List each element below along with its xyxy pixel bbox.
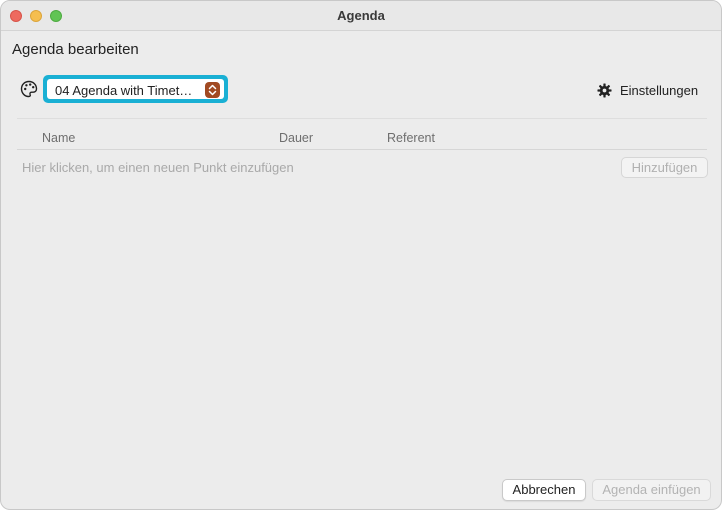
template-select[interactable]: 04 Agenda with Timet…: [47, 79, 224, 99]
palette-icon[interactable]: [20, 80, 38, 98]
column-header-name[interactable]: Name: [42, 131, 75, 145]
add-item-button[interactable]: Hinzufügen: [621, 157, 708, 178]
column-header-speaker[interactable]: Referent: [387, 131, 435, 145]
new-item-placeholder-row[interactable]: Hier klicken, um einen neuen Punkt einzu…: [22, 160, 294, 175]
agenda-window: Agenda Agenda bearbeiten 04 Agenda with …: [0, 0, 722, 510]
column-header-divider: [17, 149, 707, 150]
insert-agenda-button[interactable]: Agenda einfügen: [592, 479, 711, 501]
divider: [17, 118, 707, 119]
title-bar[interactable]: Agenda: [1, 1, 721, 31]
settings-label: Einstellungen: [620, 82, 699, 98]
chevron-up-down-icon: [205, 82, 220, 98]
window-title: Agenda: [337, 8, 385, 23]
settings-button[interactable]: Einstellungen: [597, 81, 698, 99]
template-select-focus-ring: 04 Agenda with Timet…: [43, 75, 228, 103]
gear-icon: [597, 82, 612, 98]
cancel-button[interactable]: Abbrechen: [502, 479, 586, 501]
page-heading: Agenda bearbeiten: [12, 41, 139, 58]
template-select-value: 04 Agenda with Timet…: [55, 83, 193, 98]
column-header-duration[interactable]: Dauer: [279, 131, 313, 145]
